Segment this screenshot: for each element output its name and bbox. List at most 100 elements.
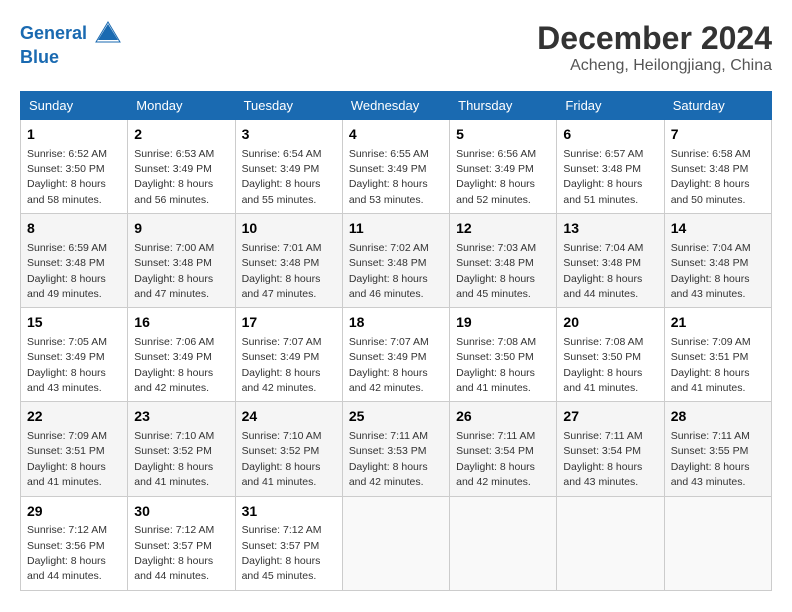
calendar-week-row: 8 Sunrise: 6:59 AMSunset: 3:48 PMDayligh… <box>21 214 772 308</box>
day-info: Sunrise: 7:12 AMSunset: 3:56 PMDaylight:… <box>27 524 107 582</box>
day-number: 5 <box>456 125 550 145</box>
calendar-cell <box>557 496 664 590</box>
calendar-cell: 7 Sunrise: 6:58 AMSunset: 3:48 PMDayligh… <box>664 120 771 214</box>
calendar-week-row: 15 Sunrise: 7:05 AMSunset: 3:49 PMDaylig… <box>21 308 772 402</box>
day-info: Sunrise: 6:57 AMSunset: 3:48 PMDaylight:… <box>563 148 643 206</box>
col-wednesday: Wednesday <box>342 92 449 120</box>
day-info: Sunrise: 7:10 AMSunset: 3:52 PMDaylight:… <box>242 430 322 488</box>
calendar-week-row: 22 Sunrise: 7:09 AMSunset: 3:51 PMDaylig… <box>21 402 772 496</box>
day-info: Sunrise: 7:05 AMSunset: 3:49 PMDaylight:… <box>27 336 107 394</box>
calendar-cell: 20 Sunrise: 7:08 AMSunset: 3:50 PMDaylig… <box>557 308 664 402</box>
day-info: Sunrise: 6:54 AMSunset: 3:49 PMDaylight:… <box>242 148 322 206</box>
day-number: 30 <box>134 502 228 522</box>
day-number: 8 <box>27 219 121 239</box>
logo: General Blue <box>20 20 122 68</box>
day-number: 17 <box>242 313 336 333</box>
day-number: 2 <box>134 125 228 145</box>
day-number: 18 <box>349 313 443 333</box>
day-number: 21 <box>671 313 765 333</box>
day-info: Sunrise: 7:04 AMSunset: 3:48 PMDaylight:… <box>671 242 751 300</box>
calendar-table: Sunday Monday Tuesday Wednesday Thursday… <box>20 91 772 591</box>
day-info: Sunrise: 7:11 AMSunset: 3:54 PMDaylight:… <box>563 430 642 488</box>
day-info: Sunrise: 7:00 AMSunset: 3:48 PMDaylight:… <box>134 242 214 300</box>
subtitle: Acheng, Heilongjiang, China <box>537 57 772 75</box>
col-friday: Friday <box>557 92 664 120</box>
day-number: 13 <box>563 219 657 239</box>
day-number: 27 <box>563 407 657 427</box>
day-number: 6 <box>563 125 657 145</box>
calendar-cell: 31 Sunrise: 7:12 AMSunset: 3:57 PMDaylig… <box>235 496 342 590</box>
calendar-cell: 23 Sunrise: 7:10 AMSunset: 3:52 PMDaylig… <box>128 402 235 496</box>
day-number: 1 <box>27 125 121 145</box>
calendar-cell: 4 Sunrise: 6:55 AMSunset: 3:49 PMDayligh… <box>342 120 449 214</box>
calendar-cell: 8 Sunrise: 6:59 AMSunset: 3:48 PMDayligh… <box>21 214 128 308</box>
day-info: Sunrise: 7:01 AMSunset: 3:48 PMDaylight:… <box>242 242 322 300</box>
calendar-cell: 27 Sunrise: 7:11 AMSunset: 3:54 PMDaylig… <box>557 402 664 496</box>
calendar-cell: 29 Sunrise: 7:12 AMSunset: 3:56 PMDaylig… <box>21 496 128 590</box>
day-number: 3 <box>242 125 336 145</box>
day-number: 11 <box>349 219 443 239</box>
logo-text: General Blue <box>20 20 122 68</box>
col-tuesday: Tuesday <box>235 92 342 120</box>
day-info: Sunrise: 7:04 AMSunset: 3:48 PMDaylight:… <box>563 242 643 300</box>
calendar-cell: 21 Sunrise: 7:09 AMSunset: 3:51 PMDaylig… <box>664 308 771 402</box>
day-number: 22 <box>27 407 121 427</box>
day-number: 4 <box>349 125 443 145</box>
day-number: 23 <box>134 407 228 427</box>
day-number: 9 <box>134 219 228 239</box>
day-info: Sunrise: 7:09 AMSunset: 3:51 PMDaylight:… <box>671 336 751 394</box>
calendar-cell <box>664 496 771 590</box>
day-info: Sunrise: 7:02 AMSunset: 3:48 PMDaylight:… <box>349 242 429 300</box>
col-monday: Monday <box>128 92 235 120</box>
logo-icon <box>94 20 122 48</box>
day-number: 24 <box>242 407 336 427</box>
calendar-week-row: 1 Sunrise: 6:52 AMSunset: 3:50 PMDayligh… <box>21 120 772 214</box>
calendar-cell: 17 Sunrise: 7:07 AMSunset: 3:49 PMDaylig… <box>235 308 342 402</box>
day-number: 7 <box>671 125 765 145</box>
day-number: 26 <box>456 407 550 427</box>
calendar-cell: 30 Sunrise: 7:12 AMSunset: 3:57 PMDaylig… <box>128 496 235 590</box>
calendar-cell: 19 Sunrise: 7:08 AMSunset: 3:50 PMDaylig… <box>450 308 557 402</box>
day-number: 14 <box>671 219 765 239</box>
day-info: Sunrise: 7:10 AMSunset: 3:52 PMDaylight:… <box>134 430 214 488</box>
calendar-cell: 14 Sunrise: 7:04 AMSunset: 3:48 PMDaylig… <box>664 214 771 308</box>
day-info: Sunrise: 7:07 AMSunset: 3:49 PMDaylight:… <box>349 336 429 394</box>
calendar-cell: 12 Sunrise: 7:03 AMSunset: 3:48 PMDaylig… <box>450 214 557 308</box>
title-section: December 2024 Acheng, Heilongjiang, Chin… <box>537 20 772 75</box>
day-info: Sunrise: 7:07 AMSunset: 3:49 PMDaylight:… <box>242 336 322 394</box>
calendar-cell: 1 Sunrise: 6:52 AMSunset: 3:50 PMDayligh… <box>21 120 128 214</box>
calendar-body: 1 Sunrise: 6:52 AMSunset: 3:50 PMDayligh… <box>21 120 772 591</box>
calendar-cell: 5 Sunrise: 6:56 AMSunset: 3:49 PMDayligh… <box>450 120 557 214</box>
day-number: 31 <box>242 502 336 522</box>
calendar-cell: 13 Sunrise: 7:04 AMSunset: 3:48 PMDaylig… <box>557 214 664 308</box>
calendar-cell: 2 Sunrise: 6:53 AMSunset: 3:49 PMDayligh… <box>128 120 235 214</box>
day-number: 19 <box>456 313 550 333</box>
day-info: Sunrise: 7:09 AMSunset: 3:51 PMDaylight:… <box>27 430 107 488</box>
day-info: Sunrise: 6:59 AMSunset: 3:48 PMDaylight:… <box>27 242 107 300</box>
day-number: 10 <box>242 219 336 239</box>
day-info: Sunrise: 7:11 AMSunset: 3:53 PMDaylight:… <box>349 430 428 488</box>
calendar-cell <box>342 496 449 590</box>
day-number: 16 <box>134 313 228 333</box>
day-info: Sunrise: 7:06 AMSunset: 3:49 PMDaylight:… <box>134 336 214 394</box>
calendar-cell: 15 Sunrise: 7:05 AMSunset: 3:49 PMDaylig… <box>21 308 128 402</box>
day-info: Sunrise: 6:53 AMSunset: 3:49 PMDaylight:… <box>134 148 214 206</box>
day-info: Sunrise: 7:08 AMSunset: 3:50 PMDaylight:… <box>563 336 643 394</box>
calendar-cell: 24 Sunrise: 7:10 AMSunset: 3:52 PMDaylig… <box>235 402 342 496</box>
main-title: December 2024 <box>537 20 772 57</box>
col-sunday: Sunday <box>21 92 128 120</box>
calendar-cell: 6 Sunrise: 6:57 AMSunset: 3:48 PMDayligh… <box>557 120 664 214</box>
day-info: Sunrise: 7:12 AMSunset: 3:57 PMDaylight:… <box>242 524 322 582</box>
day-info: Sunrise: 6:56 AMSunset: 3:49 PMDaylight:… <box>456 148 536 206</box>
calendar-cell: 18 Sunrise: 7:07 AMSunset: 3:49 PMDaylig… <box>342 308 449 402</box>
day-number: 28 <box>671 407 765 427</box>
calendar-cell: 3 Sunrise: 6:54 AMSunset: 3:49 PMDayligh… <box>235 120 342 214</box>
day-info: Sunrise: 6:52 AMSunset: 3:50 PMDaylight:… <box>27 148 107 206</box>
calendar-cell <box>450 496 557 590</box>
calendar-cell: 16 Sunrise: 7:06 AMSunset: 3:49 PMDaylig… <box>128 308 235 402</box>
day-number: 29 <box>27 502 121 522</box>
day-info: Sunrise: 7:12 AMSunset: 3:57 PMDaylight:… <box>134 524 214 582</box>
calendar-header-row: Sunday Monday Tuesday Wednesday Thursday… <box>21 92 772 120</box>
day-number: 25 <box>349 407 443 427</box>
day-info: Sunrise: 7:11 AMSunset: 3:55 PMDaylight:… <box>671 430 750 488</box>
